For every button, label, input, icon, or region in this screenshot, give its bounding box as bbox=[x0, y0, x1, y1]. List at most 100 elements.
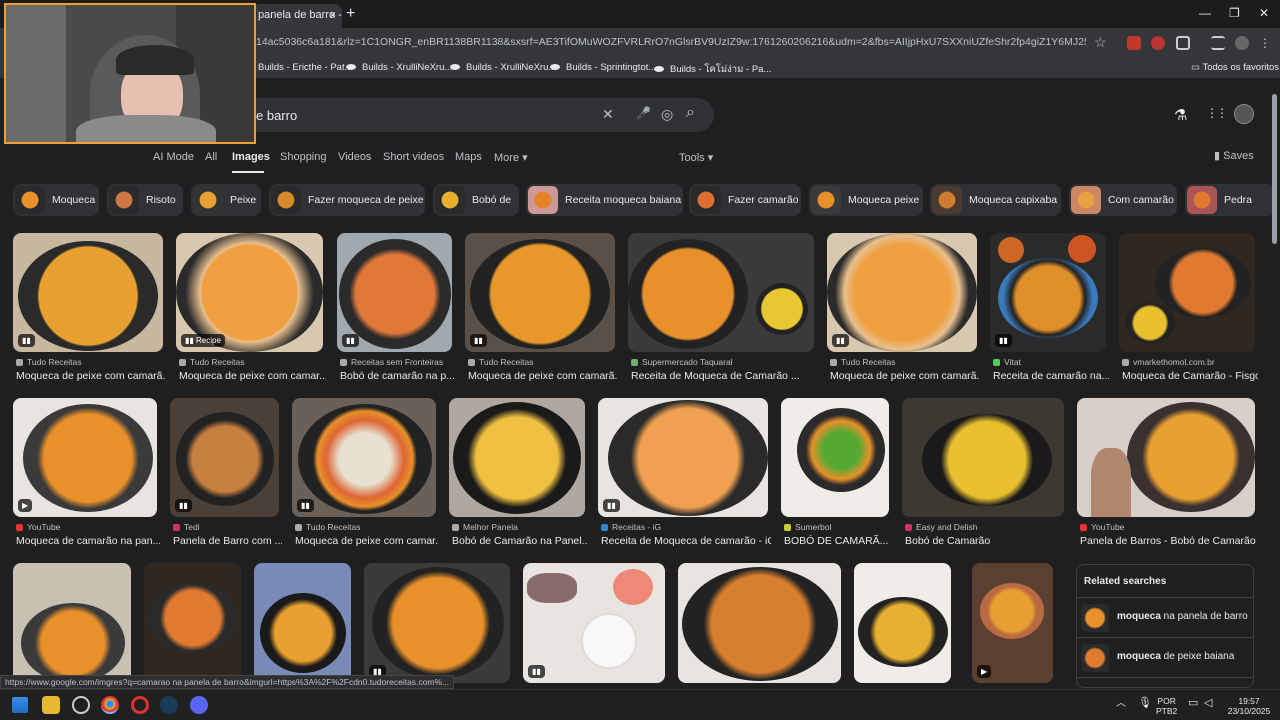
bookmark-star-icon[interactable]: ☆ bbox=[1094, 34, 1107, 51]
result-title[interactable]: Receita de Moqueca de camarão - iG bbox=[601, 535, 771, 547]
tab-all[interactable]: All bbox=[205, 151, 217, 163]
apps-icon[interactable]: ⋮⋮ bbox=[1206, 106, 1228, 120]
result-title[interactable]: Bobó de Camarão bbox=[905, 535, 1067, 547]
tab-more[interactable]: More ▾ bbox=[494, 151, 528, 164]
tab-videos[interactable]: Videos bbox=[338, 151, 371, 163]
image-result[interactable]: Easy and Delish Bobó de Camarão bbox=[902, 398, 1064, 554]
image-result[interactable]: vmarkethomol.com.br Moqueca de Camarão -… bbox=[1119, 233, 1258, 389]
image-result[interactable]: ▶ YouTube Moqueca de camarão na pan... bbox=[13, 398, 160, 554]
result-title[interactable]: Moqueca de peixe com camarã... bbox=[16, 370, 166, 382]
file-explorer-icon[interactable] bbox=[42, 696, 60, 714]
image-result[interactable]: ▮▮ bbox=[364, 563, 510, 683]
chip[interactable]: Fazer moqueca de peixe bbox=[269, 184, 425, 216]
labs-icon[interactable]: ⚗ bbox=[1174, 106, 1187, 124]
image-result[interactable] bbox=[854, 563, 951, 683]
image-result[interactable]: ▮▮ bbox=[523, 563, 665, 683]
language-indicator[interactable]: POR PTB2 bbox=[1156, 696, 1177, 716]
chip[interactable]: Peixe bbox=[191, 184, 261, 216]
chip[interactable]: Fazer camarão bbox=[689, 184, 801, 216]
image-result[interactable]: Sumerbol BOBÓ DE CAMARÃ... bbox=[781, 398, 889, 554]
image-result[interactable] bbox=[678, 563, 841, 683]
image-result[interactable]: ▶ bbox=[972, 563, 1053, 683]
tab-short-videos[interactable]: Short videos bbox=[383, 151, 444, 163]
result-title[interactable]: Receita de Moqueca de Camarão ... bbox=[631, 370, 817, 382]
bookmark-item[interactable]: Builds - XrulliNeXru... bbox=[450, 62, 556, 73]
avatar[interactable] bbox=[1234, 104, 1254, 124]
chip[interactable]: Com camarão bbox=[1069, 184, 1177, 216]
image-result[interactable]: ▮▮ Tedi Panela de Barro com ... bbox=[170, 398, 282, 554]
image-result[interactable]: ▮▮ Tudo Receitas Moqueca de peixe com ca… bbox=[827, 233, 980, 389]
chip[interactable]: Pedra bbox=[1185, 184, 1275, 216]
result-title[interactable]: Panela de Barro com ... bbox=[173, 535, 282, 547]
image-result[interactable] bbox=[13, 563, 131, 683]
image-result[interactable]: ▮▮ Tudo Receitas Moqueca de peixe com ca… bbox=[292, 398, 439, 554]
image-result[interactable]: ▮▮ Tudo Receitas Moqueca de peixe com ca… bbox=[465, 233, 618, 389]
tab-shopping[interactable]: Shopping bbox=[280, 151, 327, 163]
result-title[interactable]: Moqueca de peixe com camar... bbox=[179, 370, 326, 382]
related-search-item[interactable]: moqueca de peixe baiana bbox=[1077, 637, 1253, 677]
tools-button[interactable]: Tools ▾ bbox=[679, 151, 713, 164]
image-result[interactable]: YouTube Panela de Barros - Bobó de Camar… bbox=[1077, 398, 1258, 554]
result-title[interactable]: Moqueca de peixe com camarã... bbox=[830, 370, 980, 382]
result-title[interactable]: Moqueca de peixe com camarã... bbox=[468, 370, 618, 382]
puzzle-icon[interactable] bbox=[1176, 36, 1190, 50]
lens-icon[interactable]: ◎ bbox=[661, 106, 673, 123]
clock[interactable]: 19:57 23/10/2025 bbox=[1226, 696, 1272, 716]
bookmark-item[interactable]: Builds - โคโม่ง่าม - Pa... bbox=[654, 62, 771, 77]
minimize-button[interactable]: — bbox=[1199, 6, 1211, 20]
scrollbar[interactable] bbox=[1270, 80, 1278, 690]
volume-icon[interactable]: ◁ bbox=[1204, 698, 1212, 709]
opera-icon[interactable] bbox=[131, 696, 149, 714]
tab-images[interactable]: Images bbox=[232, 151, 270, 163]
mic-icon[interactable]: 🎤 bbox=[636, 106, 651, 120]
bookmark-item[interactable]: Builds - XrulliNeXru... bbox=[346, 62, 452, 73]
mic-tray-icon[interactable]: 🎙 bbox=[1138, 698, 1152, 709]
image-result[interactable]: Supermercado Taquaral Receita de Moqueca… bbox=[628, 233, 814, 389]
menu-icon[interactable]: ⋮ bbox=[1259, 36, 1273, 50]
saves-button[interactable]: ▮ Saves bbox=[1214, 149, 1254, 162]
image-result[interactable]: ▮▮ Vitat Receita de camarão na... bbox=[990, 233, 1109, 389]
image-result[interactable]: ▮▮ Tudo Receitas Moqueca de peixe com ca… bbox=[13, 233, 166, 389]
image-result[interactable]: Melhor Panela Bobó de Camarão na Panel..… bbox=[449, 398, 588, 554]
result-title[interactable]: Panela de Barros - Bobó de Camarão ... bbox=[1080, 535, 1258, 547]
search-box[interactable]: e barro ✕ 🎤 ◎ ⌕ bbox=[200, 98, 714, 132]
tab-maps[interactable]: Maps bbox=[455, 151, 482, 163]
clear-icon[interactable]: ✕ bbox=[602, 106, 614, 123]
image-result[interactable]: ▮▮ Recipe Tudo Receitas Moqueca de peixe… bbox=[176, 233, 326, 389]
chip[interactable]: Moqueca capixaba bbox=[930, 184, 1061, 216]
network-icon[interactable]: ▭ bbox=[1188, 698, 1198, 709]
search-query[interactable]: e barro bbox=[256, 108, 297, 123]
chip[interactable]: Moqueca bbox=[13, 184, 99, 216]
result-title[interactable]: Moqueca de Camarão - Fisgo bbox=[1122, 370, 1258, 382]
result-title[interactable]: BOBÓ DE CAMARÃ... bbox=[784, 535, 892, 547]
extension-icon[interactable] bbox=[1151, 36, 1165, 50]
media-icon[interactable] bbox=[1211, 36, 1225, 50]
image-result[interactable] bbox=[254, 563, 351, 683]
image-result[interactable]: ▮▮ Receitas - iG Receita de Moqueca de c… bbox=[598, 398, 771, 554]
image-result[interactable] bbox=[144, 563, 241, 683]
url-field[interactable]: 14ac5036c6a181&rlz=1C1ONGR_enBR1138BR113… bbox=[256, 36, 1086, 48]
new-tab-button[interactable]: + bbox=[346, 5, 355, 23]
profile-icon[interactable] bbox=[1235, 36, 1249, 50]
extension-icon[interactable] bbox=[1127, 36, 1141, 50]
chip[interactable]: Moqueca peixe bbox=[809, 184, 923, 216]
maximize-button[interactable]: ❐ bbox=[1229, 6, 1240, 20]
tab-close-icon[interactable]: × bbox=[329, 8, 336, 22]
app-icon[interactable] bbox=[72, 696, 90, 714]
close-window-button[interactable]: ✕ bbox=[1259, 6, 1269, 20]
chip[interactable]: Receita moqueca baiana bbox=[526, 184, 683, 216]
scrollbar-thumb[interactable] bbox=[1272, 94, 1277, 244]
image-result[interactable]: ▮▮ Receitas sem Fronteiras Bobó de camar… bbox=[337, 233, 455, 389]
all-bookmarks[interactable]: ▭ Todos os favoritos bbox=[1191, 62, 1279, 73]
result-title[interactable]: Bobó de camarão na p... bbox=[340, 370, 455, 382]
related-search-item[interactable]: moqueca na panela de barro bbox=[1077, 597, 1253, 637]
chip[interactable]: Risoto bbox=[107, 184, 183, 216]
result-title[interactable]: Receita de camarão na... bbox=[993, 370, 1109, 382]
result-title[interactable]: Moqueca de camarão na pan... bbox=[16, 535, 160, 547]
windows-start-icon[interactable] bbox=[12, 697, 28, 713]
tray-chevron-icon[interactable]: ︿ bbox=[1116, 699, 1126, 709]
browser-tab[interactable]: panela de barro - G × bbox=[252, 4, 342, 28]
tab-ai-mode[interactable]: AI Mode bbox=[153, 151, 194, 163]
result-title[interactable]: Bobó de Camarão na Panel... bbox=[452, 535, 588, 547]
bookmark-item[interactable]: Builds - Sprintingtot... bbox=[550, 62, 656, 73]
